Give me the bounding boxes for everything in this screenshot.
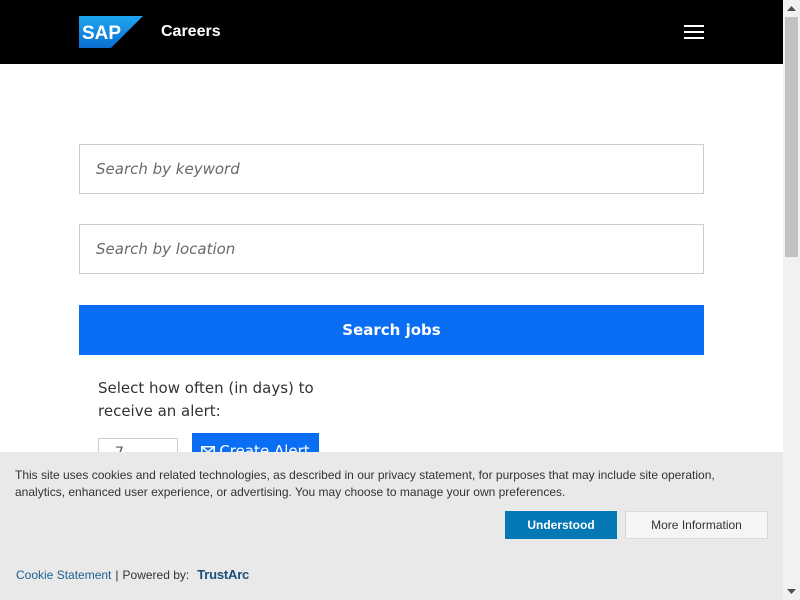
scrollbar-thumb[interactable] [785,17,798,257]
hamburger-menu-icon[interactable] [682,22,706,42]
understood-button[interactable]: Understood [505,511,617,539]
keyword-search-input[interactable] [80,145,703,193]
more-information-button[interactable]: More Information [625,511,768,539]
scroll-up-arrow-icon[interactable] [783,0,800,17]
sap-logo[interactable]: SAP [79,16,143,48]
logo-text: SAP [82,23,121,44]
cookie-consent-banner: This site uses cookies and related techn… [0,452,783,600]
page-title[interactable]: Careers [161,22,221,42]
footer-separator: | [115,567,119,582]
alert-frequency-label: Select how often (in days) to receive an… [98,379,314,420]
trustarc-logo[interactable]: TrustArc [197,567,249,582]
powered-by-label: Powered by: [122,567,190,582]
location-field [79,224,704,274]
cookie-notice-text: This site uses cookies and related techn… [15,468,715,499]
site-header: SAP Careers [0,0,783,64]
keyword-field [79,144,704,194]
location-search-input[interactable] [80,225,703,273]
cookie-statement-link[interactable]: Cookie Statement [16,568,111,582]
vertical-scrollbar[interactable] [783,0,800,600]
search-jobs-button[interactable]: Search jobs [79,305,704,355]
page: SAP Careers Search jobs Select how often… [0,0,800,600]
cookie-footer: Cookie Statement | Powered by: TrustArc [16,567,249,582]
scroll-down-arrow-icon[interactable] [783,583,800,600]
